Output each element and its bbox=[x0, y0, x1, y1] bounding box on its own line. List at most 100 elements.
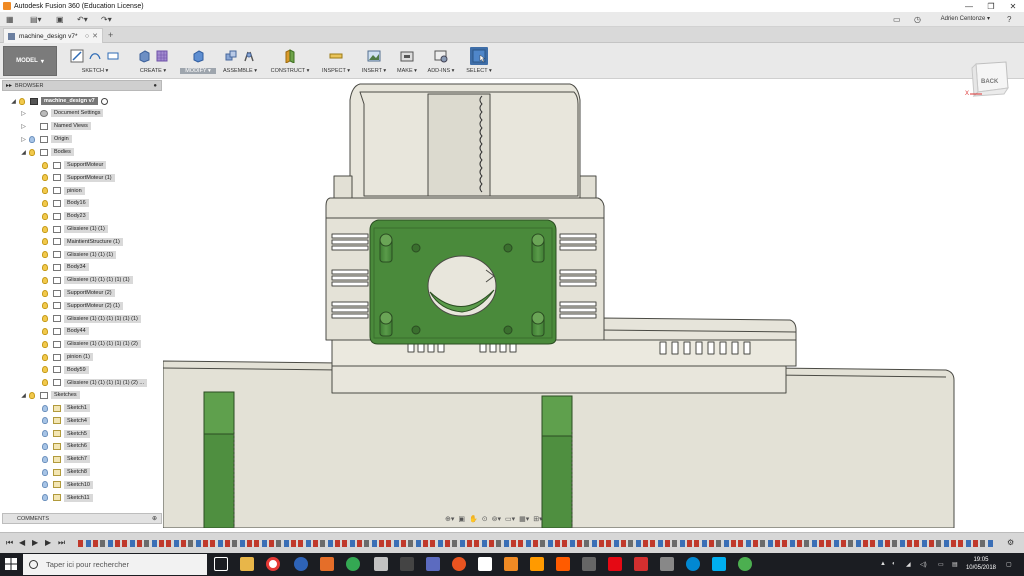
visibility-bulb-icon[interactable] bbox=[42, 366, 48, 374]
app-icon[interactable] bbox=[634, 557, 648, 571]
sketch-item[interactable]: Sketch7 bbox=[40, 454, 90, 464]
timeline-feature[interactable] bbox=[372, 540, 377, 547]
timeline-feature[interactable] bbox=[797, 540, 802, 547]
timeline-feature[interactable] bbox=[511, 540, 516, 547]
timeline-feature[interactable] bbox=[636, 540, 641, 547]
timeline-feature[interactable] bbox=[335, 540, 340, 547]
body-item[interactable]: Glissiere (1) (1) (1) bbox=[40, 250, 117, 260]
ribbon-group-insert[interactable]: INSERT ▾ bbox=[358, 46, 390, 76]
tray-icon[interactable]: ◐ bbox=[892, 561, 896, 567]
timeline-feature[interactable] bbox=[826, 540, 831, 547]
grid-settings-icon[interactable]: ▦▾ bbox=[519, 515, 529, 523]
body-item[interactable]: SupportMoteur bbox=[40, 160, 107, 170]
timeline-feature-markers[interactable] bbox=[78, 539, 998, 548]
expand-arrow-icon[interactable]: ▷ bbox=[20, 123, 27, 130]
timeline-feature[interactable] bbox=[254, 540, 259, 547]
timeline-feature[interactable] bbox=[526, 540, 531, 547]
timeline-feature[interactable] bbox=[812, 540, 817, 547]
timeline-feature[interactable] bbox=[731, 540, 736, 547]
timeline-feature[interactable] bbox=[159, 540, 164, 547]
timeline-feature[interactable] bbox=[423, 540, 428, 547]
insert-image-icon[interactable] bbox=[366, 47, 382, 65]
body-item[interactable]: Body44 bbox=[40, 326, 89, 336]
offset-plane-icon[interactable] bbox=[282, 47, 298, 65]
timeline-feature[interactable] bbox=[276, 540, 281, 547]
tree-node-named-views[interactable]: ▷ Named Views bbox=[20, 121, 91, 131]
timeline-feature[interactable] bbox=[401, 540, 406, 547]
timeline-feature[interactable] bbox=[174, 540, 179, 547]
sketch-item[interactable]: Sketch4 bbox=[40, 416, 90, 426]
body-item[interactable]: Body16 bbox=[40, 198, 89, 208]
timeline-feature[interactable] bbox=[782, 540, 787, 547]
timeline-feature[interactable] bbox=[533, 540, 538, 547]
timeline-feature[interactable] bbox=[907, 540, 912, 547]
timeline-feature[interactable] bbox=[386, 540, 391, 547]
comments-add-icon[interactable]: ⊕ bbox=[152, 515, 157, 522]
activate-target-icon[interactable] bbox=[100, 97, 108, 105]
timeline-feature[interactable] bbox=[452, 540, 457, 547]
timeline-feature[interactable] bbox=[562, 540, 567, 547]
collapse-arrow-icon[interactable]: ◢ bbox=[20, 392, 27, 399]
timeline-feature[interactable] bbox=[298, 540, 303, 547]
sketch-item[interactable]: Sketch10 bbox=[40, 480, 93, 490]
language-icon[interactable]: ▤ bbox=[952, 561, 958, 568]
ribbon-group-modify[interactable]: MODIFY ▾ bbox=[180, 46, 216, 76]
timeline-feature[interactable] bbox=[702, 540, 707, 547]
look-at-icon[interactable]: ▣ bbox=[458, 515, 465, 523]
app-icon[interactable] bbox=[660, 557, 674, 571]
timeline-feature[interactable] bbox=[709, 540, 714, 547]
timeline-feature[interactable] bbox=[856, 540, 861, 547]
visibility-bulb-icon[interactable] bbox=[42, 340, 48, 348]
minimize-button[interactable]: — bbox=[958, 0, 980, 12]
tree-node-document-settings[interactable]: ▷ Document Settings bbox=[20, 108, 104, 118]
timeline-settings-icon[interactable]: ⚙ bbox=[1007, 538, 1014, 547]
visibility-bulb-icon[interactable] bbox=[42, 212, 48, 220]
timeline-feature[interactable] bbox=[320, 540, 325, 547]
body-item[interactable]: pinion bbox=[40, 186, 85, 196]
new-tab-button[interactable]: + bbox=[108, 30, 113, 40]
timeline-feature[interactable] bbox=[672, 540, 677, 547]
document-tab[interactable]: machine_design v7* ○ ✕ bbox=[3, 28, 103, 43]
timeline-feature[interactable] bbox=[306, 540, 311, 547]
visibility-bulb-icon[interactable] bbox=[42, 417, 48, 425]
ribbon-group-make[interactable]: MAKE ▾ bbox=[392, 46, 422, 76]
comments-panel[interactable]: COMMENTS ⊕ bbox=[2, 513, 162, 524]
ribbon-group-create[interactable]: CREATE ▾ bbox=[130, 46, 176, 76]
timeline-feature[interactable] bbox=[694, 540, 699, 547]
fit-icon[interactable]: ⊚▾ bbox=[492, 515, 501, 523]
timeline-feature[interactable] bbox=[240, 540, 245, 547]
go-to-end-icon[interactable]: ⏭ bbox=[58, 538, 65, 548]
timeline-feature[interactable] bbox=[892, 540, 897, 547]
timeline-feature[interactable] bbox=[724, 540, 729, 547]
timeline-feature[interactable] bbox=[540, 540, 545, 547]
timeline-feature[interactable] bbox=[951, 540, 956, 547]
timeline-feature[interactable] bbox=[438, 540, 443, 547]
body-item[interactable]: SupportMoteur (1) bbox=[40, 173, 115, 183]
timeline-feature[interactable] bbox=[460, 540, 465, 547]
visibility-bulb-icon[interactable] bbox=[42, 430, 48, 438]
timeline-feature[interactable] bbox=[78, 540, 83, 547]
tree-node-sketches[interactable]: ◢ Sketches bbox=[20, 390, 80, 400]
timeline-feature[interactable] bbox=[130, 540, 135, 547]
visibility-bulb-icon[interactable] bbox=[42, 455, 48, 463]
ribbon-group-inspect[interactable]: INSPECT ▾ bbox=[318, 46, 354, 76]
timeline-feature[interactable] bbox=[936, 540, 941, 547]
view-cube[interactable]: BACK X bbox=[964, 58, 1012, 104]
timeline-feature[interactable] bbox=[592, 540, 597, 547]
app-icon[interactable] bbox=[320, 557, 334, 571]
timeline-feature[interactable] bbox=[445, 540, 450, 547]
body-item[interactable]: SupportMoteur (2) (1) bbox=[40, 301, 123, 311]
notifications-icon[interactable]: ▢ bbox=[1006, 561, 1012, 568]
tree-node-origin[interactable]: ▷ Origin bbox=[20, 134, 72, 144]
sketch-item[interactable]: Sketch1 bbox=[40, 403, 90, 413]
3d-viewport[interactable] bbox=[163, 80, 1024, 528]
workspace-switcher[interactable]: MODEL ▾ bbox=[3, 46, 57, 76]
timeline-feature[interactable] bbox=[687, 540, 692, 547]
timeline-feature[interactable] bbox=[122, 540, 127, 547]
fusion-taskbar-icon[interactable] bbox=[504, 557, 518, 571]
timeline-feature[interactable] bbox=[408, 540, 413, 547]
timeline-feature[interactable] bbox=[834, 540, 839, 547]
visibility-bulb-icon[interactable] bbox=[42, 302, 48, 310]
taskbar-search[interactable]: Taper ici pour rechercher bbox=[23, 554, 207, 575]
timeline-feature[interactable] bbox=[93, 540, 98, 547]
